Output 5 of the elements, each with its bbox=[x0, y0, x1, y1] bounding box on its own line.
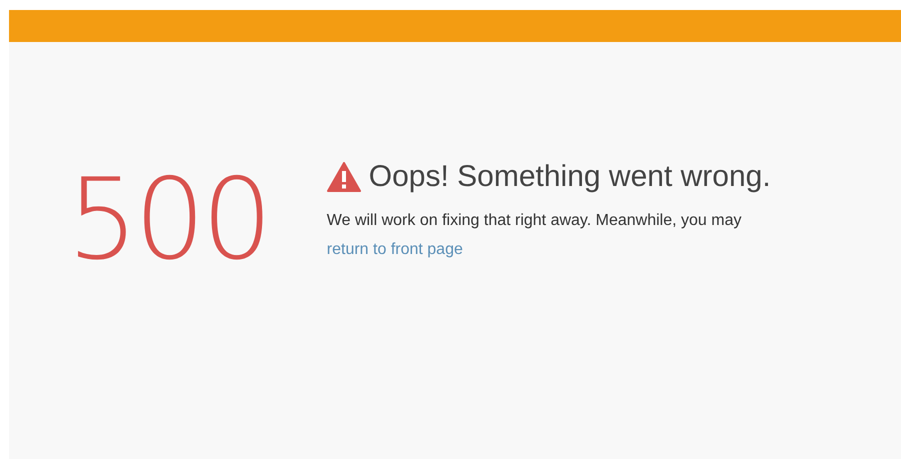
front-page-link[interactable]: return to front page bbox=[326, 241, 463, 258]
warning-icon bbox=[326, 162, 361, 192]
error-code: 500 bbox=[67, 164, 269, 276]
error-title: Oops! Something went wrong. bbox=[368, 160, 771, 194]
error-message: We will work on fixing that right away. Meanwhile, you may bbox=[326, 212, 742, 229]
